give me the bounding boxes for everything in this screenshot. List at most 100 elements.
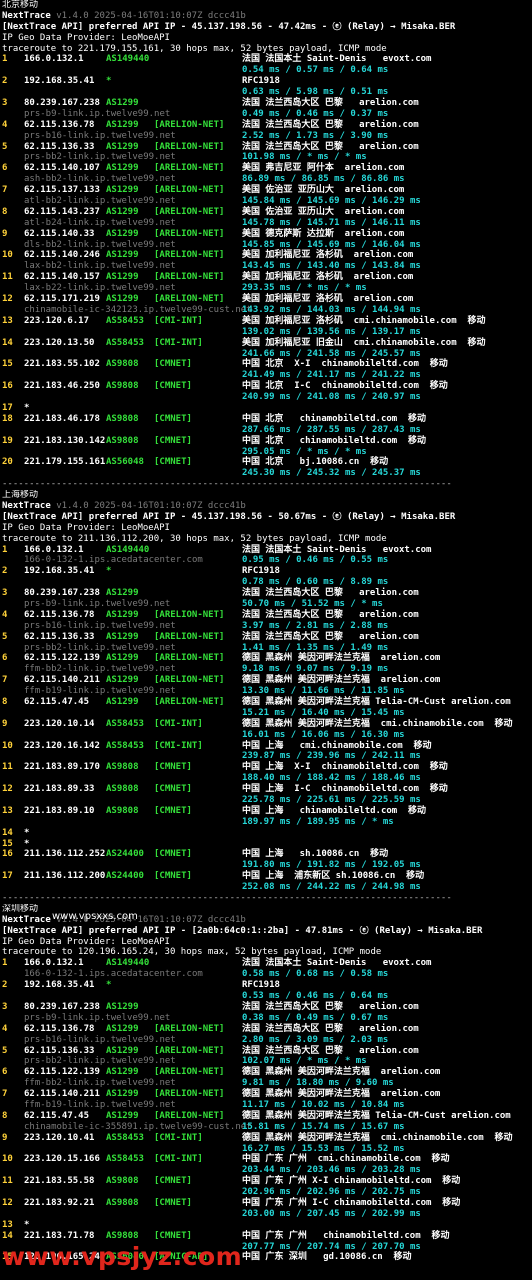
- api-line: [NextTrace API] preferred API IP - 45.13…: [2, 511, 456, 522]
- hop-ip: 80.239.167.238: [24, 1001, 100, 1012]
- hop-geo: 中国 上海 浦东新区 sh.10086.cn 移动: [242, 871, 425, 882]
- hop-row: 9 223.120.10.41 AS58453 [CMI-INT] 德国 黑森州 美因河…: [2, 1133, 530, 1144]
- hop-number: 11: [2, 272, 13, 283]
- hop-number: 3: [2, 588, 8, 599]
- hop-ip: 223.120.10.41: [24, 1132, 95, 1143]
- hop-geo: 中国 上海 X-I chinamobileltd.com 移动: [242, 762, 448, 773]
- hop-row: 5 62.115.136.33 AS1299 [ARELION-NET] 法国 法兰西岛…: [2, 1046, 530, 1057]
- hop-network: [CMI-INT]: [154, 1154, 203, 1165]
- hop-detail-row: 241.66 ms / 241.58 ms / 245.57 ms: [2, 349, 530, 360]
- hop-ip: 223.120.13.50: [24, 337, 95, 348]
- hop-number: 10: [2, 740, 13, 751]
- hop-rtt: 203.44 ms / 203.46 ms / 203.28 ms: [242, 1165, 421, 1176]
- hop-rtt: 145.84 ms / 145.69 ms / 146.29 ms: [242, 196, 421, 207]
- hop-rtt: 241.49 ms / 241.17 ms / 241.22 ms: [242, 370, 421, 381]
- hop-ip: 62.115.140.157: [24, 272, 100, 283]
- hop-detail-row: 15.21 ms / 16.40 ms / 15.45 ms: [2, 708, 530, 719]
- hop-network: [ARELION-NET]: [154, 675, 225, 686]
- hop-hostname: [2, 773, 242, 784]
- hop-number: 2: [2, 566, 8, 577]
- hop-asn: AS1299: [106, 675, 139, 686]
- hop-ip: 62.115.143.237: [24, 206, 100, 217]
- hop-network: [CMNET]: [154, 457, 192, 468]
- hop-ip: 223.120.6.17: [24, 315, 90, 326]
- traceroute-line: traceroute to 211.136.112.200, 30 hops m…: [2, 533, 387, 544]
- hop-geo: 美国 加利福尼亚 洛杉矶 arelion.com: [242, 250, 414, 261]
- hop-rtt: 1.41 ms / 1.35 ms / 1.49 ms: [242, 642, 389, 653]
- hop-hostname: [2, 87, 242, 98]
- hop-rtt: 191.80 ms / 191.82 ms / 192.05 ms: [242, 860, 421, 871]
- hop-network: [CMNET]: [154, 359, 192, 370]
- hop-detail-row: 16.01 ms / 16.06 ms / 16.30 ms: [2, 730, 530, 741]
- hop-number: 7: [2, 185, 8, 196]
- hop-row: 4 62.115.136.78 AS1299 [ARELION-NET] 法国 法兰西岛…: [2, 120, 530, 131]
- hop-rtt: 13.30 ms / 11.66 ms / 11.85 ms: [242, 686, 405, 697]
- hop-network: [ARELION-NET]: [154, 119, 225, 130]
- hop-detail-row: 16.27 ms / 15.53 ms / 15.52 ms: [2, 1144, 530, 1155]
- hop-detail-row: 252.08 ms / 244.22 ms / 244.98 ms: [2, 882, 530, 893]
- hop-rtt: 225.78 ms / 225.61 ms / 225.59 ms: [242, 795, 421, 806]
- hop-row: 4 62.115.136.78 AS1299 [ARELION-NET] 法国 法兰西岛…: [2, 610, 530, 621]
- hop-hostname: ash-bb2-link.ip.twelve99.net: [24, 174, 176, 185]
- hop-row: 13 223.120.6.17 AS58453 [CMI-INT] 美国 加利福尼亚 洛…: [2, 316, 530, 327]
- hop-network: [ARELION-NET]: [154, 272, 225, 283]
- hop-rtt: 15.81 ms / 15.74 ms / 15.67 ms: [242, 1121, 405, 1132]
- hop-asn: AS1299: [106, 272, 139, 283]
- hop-geo: 美国 佐治亚 亚历山大 arelion.com: [242, 206, 405, 217]
- hop-asn: AS24400: [106, 849, 144, 860]
- hop-detail-row: ash-bb2-link.ip.twelve99.net 86.89 ms / 8…: [2, 174, 530, 185]
- hop-geo: 德国 黑森州 美因河畔法兰克福 cmi.chinamobile.com 移动: [242, 718, 513, 729]
- hop-ip: 62.115.136.78: [24, 609, 95, 620]
- hop-network: [ARELION-NET]: [154, 228, 225, 239]
- hop-number: 4: [2, 1023, 8, 1034]
- hop-network: [ARELION-NET]: [154, 653, 225, 664]
- hop-number: 8: [2, 206, 8, 217]
- hop-row: 11 221.183.89.170 AS9808 [CMNET] 中国 上海 X-I c…: [2, 762, 530, 773]
- hop-rtt: 0.63 ms / 5.98 ms / 0.51 ms: [242, 87, 389, 98]
- hop-detail-row: 0.54 ms / 0.57 ms / 0.64 ms: [2, 65, 530, 76]
- hop-row: 9 62.115.140.33 AS1299 [ARELION-NET] 美国 德克萨斯…: [2, 229, 530, 240]
- hop-asn: AS9808: [106, 381, 139, 392]
- hop-detail-row: prs-b9-link.ip.twelve99.net 0.38 ms / 0.4…: [2, 1013, 530, 1024]
- hop-hostname: 166-0-132-1.ips.acedatacenter.com: [24, 969, 203, 980]
- hop-hostname: [2, 1144, 242, 1155]
- hop-asn: AS1299: [106, 141, 139, 152]
- hop-ip: 62.115.140.211: [24, 675, 100, 686]
- hop-network: [154, 54, 242, 65]
- hop-asn: AS1299: [106, 206, 139, 217]
- hop-asn: AS1299: [106, 1045, 139, 1056]
- hop-row: 7 62.115.137.133 AS1299 [ARELION-NET] 美国 佐治亚…: [2, 185, 530, 196]
- hop-number: 2: [2, 980, 8, 991]
- hop-rtt: 189.97 ms / 189.95 ms / * ms: [242, 816, 394, 827]
- hop-number: 13: [2, 1219, 13, 1230]
- hop-hostname: prs-b16-link.ip.twelve99.net: [24, 620, 176, 631]
- hop-row: 19 221.183.130.142 AS9808 [CMNET] 中国 北京 chin…: [2, 436, 530, 447]
- hop-asn: AS1299: [106, 1067, 139, 1078]
- hop-network: [154, 403, 242, 414]
- hop-ip: 223.120.15.166: [24, 1154, 100, 1165]
- hop-hostname: atl-b24-link.ip.twelve99.net: [24, 217, 176, 228]
- hop-asn: AS58453: [106, 718, 144, 729]
- hop-number: 14: [2, 827, 13, 838]
- hop-rtt: 145.85 ms / 145.69 ms / 146.04 ms: [242, 239, 421, 250]
- hop-hostname: [2, 392, 242, 403]
- hop-number: 12: [2, 1197, 13, 1208]
- hop-hostname: prs-bb2-link.ip.twelve99.net: [24, 152, 176, 163]
- hop-ip: 62.115.136.33: [24, 1045, 95, 1056]
- hop-rtt: 241.66 ms / 241.58 ms / 245.57 ms: [242, 348, 421, 359]
- app-name: NextTrace: [2, 10, 51, 21]
- geo-provider-line: IP Geo Data Provider: LeoMoeAPI: [2, 522, 170, 533]
- hop-geo: 美国 加利福尼亚 洛杉矶 arelion.com: [242, 272, 414, 283]
- hop-number: 10: [2, 1154, 13, 1165]
- hop-row: 10 62.115.140.246 AS1299 [ARELION-NET] 美国 加利…: [2, 250, 530, 261]
- hop-ip: 62.115.171.219: [24, 294, 100, 305]
- app-name: NextTrace: [2, 914, 51, 925]
- hop-number: 18: [2, 413, 13, 424]
- hop-hostname: chinamobile-ic-342123.ip.twelve99-cust.n…: [24, 304, 252, 315]
- hop-network: [ARELION-NET]: [154, 697, 225, 707]
- hop-ip: 166.0.132.1: [24, 544, 84, 555]
- hop-geo: 法国 法国本土 Saint-Denis evoxt.com: [242, 958, 432, 969]
- hop-rtt: 0.38 ms / 0.49 ms / 0.67 ms: [242, 1012, 389, 1023]
- hop-geo: 法国 法兰西岛大区 巴黎 arelion.com: [242, 119, 419, 130]
- hop-number: 9: [2, 1132, 8, 1143]
